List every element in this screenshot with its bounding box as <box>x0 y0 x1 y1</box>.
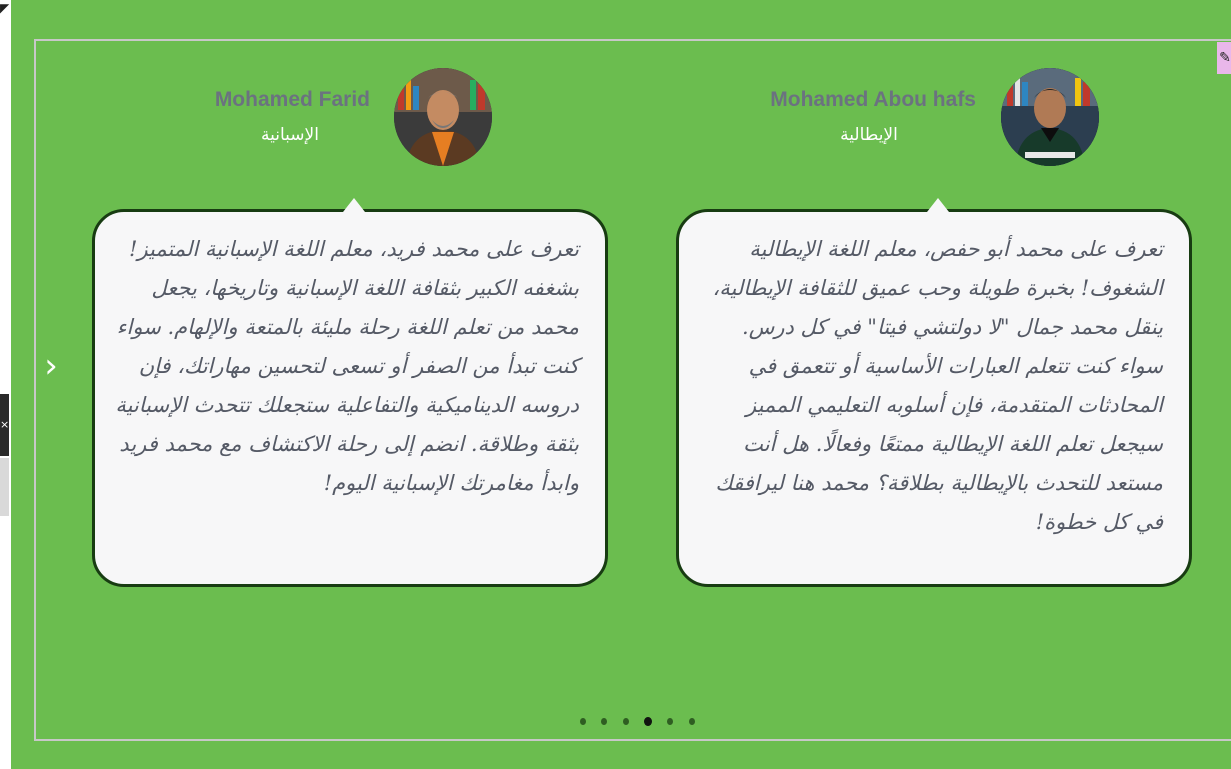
pager-dot[interactable] <box>644 717 652 726</box>
testimonial-card: Mohamed Farid الإسبانية تعرف على محمد فر… <box>92 65 612 615</box>
pager-dot[interactable] <box>601 718 608 725</box>
carousel-pager <box>580 717 710 728</box>
resize-handle-icon[interactable]: ◤ <box>0 0 11 16</box>
pager-dot[interactable] <box>580 718 586 725</box>
left-edge-panel: ◤ × <box>0 0 11 769</box>
carousel-prev-arrow[interactable]: › <box>36 341 66 391</box>
pager-dot[interactable] <box>667 718 674 725</box>
testimonial-carousel: ✎ › ‹ Mohamed Abou hafs الإيطالية <box>34 39 1231 741</box>
avatar <box>1001 68 1099 166</box>
teacher-language: الإسبانية <box>261 125 319 145</box>
teacher-name: Mohamed Abou hafs <box>770 88 976 111</box>
testimonial-text: تعرف على محمد فريد، معلم اللغة الإسبانية… <box>115 237 579 495</box>
side-light-tab[interactable] <box>0 458 9 516</box>
pager-dot[interactable] <box>622 718 629 725</box>
testimonial-text: تعرف على محمد أبو حفص، معلم اللغة الإيطا… <box>712 237 1163 534</box>
avatar-photo <box>394 68 492 166</box>
testimonial-bubble: تعرف على محمد أبو حفص، معلم اللغة الإيطا… <box>676 198 1192 587</box>
testimonial-card: Mohamed Abou hafs الإيطالية تعرف على محم… <box>676 65 1196 615</box>
side-toggle-tab[interactable]: × <box>0 394 9 456</box>
teacher-language: الإيطالية <box>840 125 898 145</box>
testimonial-bubble: تعرف على محمد فريد، معلم اللغة الإسبانية… <box>92 198 608 587</box>
avatar-photo <box>1001 68 1099 166</box>
teacher-name: Mohamed Farid <box>214 88 370 111</box>
avatar <box>394 68 492 166</box>
pager-dot[interactable] <box>688 718 695 725</box>
edit-badge-icon[interactable]: ✎ <box>1217 42 1231 74</box>
